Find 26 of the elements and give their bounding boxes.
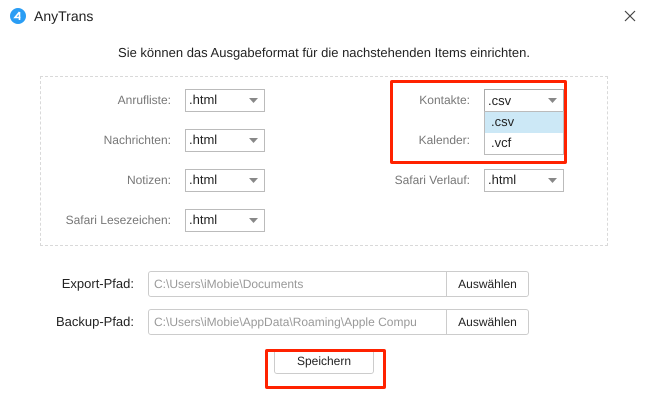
intro-text: Sie können das Ausgabeformat für die nachstehenden Items einrichten.: [118, 44, 530, 62]
dropdown-option[interactable]: .csv: [485, 112, 563, 132]
caret-icon: [249, 218, 258, 222]
format-dropdown[interactable]: .html: [185, 208, 265, 232]
format-dropdown[interactable]: .html: [185, 128, 265, 152]
field-label: Anrufliste:: [118, 92, 171, 109]
field-label: Safari Lesezeichen:: [66, 212, 171, 229]
field-label: Notizen:: [126, 172, 171, 189]
path-label: Export-Pfad:: [62, 274, 134, 293]
format-dropdown[interactable]: .csv: [484, 88, 564, 112]
field-label: Kalender:: [418, 132, 470, 149]
format-dropdown[interactable]: .html: [185, 168, 265, 192]
field-label: Kontakte:: [419, 92, 470, 109]
format-dropdown[interactable]: .html: [484, 168, 564, 192]
field-label: Safari Verlauf:: [394, 172, 470, 189]
caret-icon: [249, 178, 258, 182]
format-dropdown[interactable]: .html: [185, 88, 265, 112]
caret-icon: [249, 98, 258, 102]
field-label: Nachrichten:: [104, 132, 171, 149]
caret-icon: [548, 98, 557, 103]
path-label: Backup-Pfad:: [56, 312, 134, 331]
window-title: AnyTrans: [34, 6, 94, 26]
caret-icon: [249, 138, 258, 142]
close-icon[interactable]: [624, 10, 636, 22]
caret-icon: [548, 178, 557, 182]
app-logo-icon: [10, 8, 26, 24]
